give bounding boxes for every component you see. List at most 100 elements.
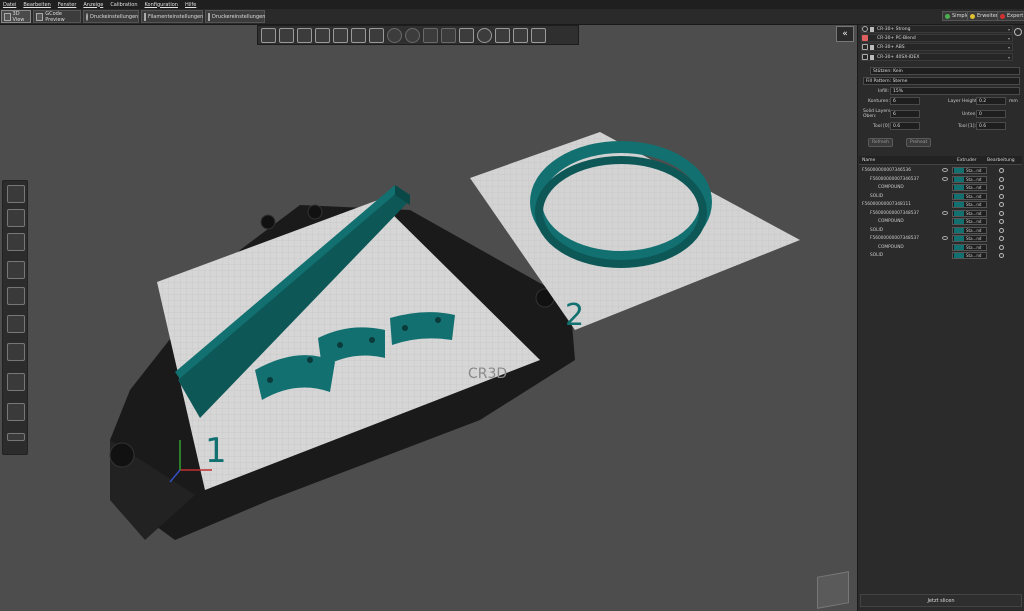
eye-icon[interactable] (942, 210, 948, 215)
zoom-out-icon[interactable] (405, 27, 420, 43)
arrange-icon[interactable] (333, 27, 348, 43)
mode-export-button[interactable]: Expert (997, 11, 1024, 21)
unten-input[interactable]: 0 (976, 110, 1006, 118)
copy-icon[interactable] (423, 27, 438, 43)
menu-anzeige[interactable]: Anzeige (83, 2, 103, 8)
rotate-icon[interactable] (7, 233, 25, 251)
redo-icon[interactable] (531, 27, 546, 43)
scale-icon[interactable] (7, 209, 25, 227)
profile-row-pc-blend[interactable]: CR-30+ PC-Blend ▾ (861, 34, 1013, 42)
duplicate-icon[interactable] (279, 27, 294, 43)
tool0-input[interactable]: 0.6 (890, 122, 920, 130)
tree-row[interactable]: COMPOUND Sta...nd (859, 184, 1022, 192)
tree-row[interactable]: COMPOUND Sta...nd (859, 243, 1022, 252)
filament-icon (144, 12, 146, 21)
fill-pattern-select[interactable]: Fill Pattern: Sterne (863, 77, 1020, 85)
add-object-icon[interactable] (261, 27, 276, 43)
tab-gcode-preview[interactable]: GCode Preview (33, 10, 81, 23)
profile-row-abs[interactable]: CR-30+ ABS ▾ (861, 43, 1013, 51)
zoom-in-icon[interactable] (387, 27, 402, 43)
supports-select[interactable]: Stützen: Kein (870, 67, 1020, 75)
tree-row[interactable]: COMPOUND Sta...nd (859, 218, 1022, 226)
3d-viewport[interactable]: 1 CR3D 2 (0, 25, 857, 611)
delete-icon[interactable] (297, 27, 312, 43)
konturen-input[interactable]: 6 (890, 97, 920, 105)
tab-filamenteinstellungen[interactable]: Filamenteinstellungen (141, 10, 203, 23)
layout-icon[interactable] (351, 27, 366, 43)
support-icon[interactable] (7, 315, 25, 333)
tree-row[interactable]: F56000000007348537 Sta...nd (859, 209, 1022, 218)
ruler-icon[interactable] (7, 433, 25, 441)
tab-druckereinstellungen[interactable]: Druckereinstellungen (205, 10, 265, 23)
paint-palette-icon[interactable] (7, 403, 25, 421)
tool0-label: Tool [0]: (873, 124, 892, 129)
cut-icon[interactable] (7, 287, 25, 305)
edit-icon[interactable] (999, 253, 1004, 258)
extruder-select[interactable]: Sta...nd (952, 201, 987, 208)
tree-row[interactable]: SOLID Sta...nd (859, 226, 1022, 235)
slice-now-button[interactable]: Jetzt slicen (860, 594, 1022, 607)
add-profile-icon[interactable] (1014, 28, 1022, 36)
menu-bearbeiten[interactable]: Bearbeiten (23, 2, 50, 8)
menu-calibration[interactable]: Calibration (110, 2, 137, 8)
eye-icon[interactable] (942, 236, 948, 240)
eye-icon[interactable] (942, 176, 948, 181)
extruder-select[interactable]: Sta...nd (952, 167, 987, 174)
extruder-select[interactable]: Sta...nd (952, 184, 987, 191)
nozzle-icon[interactable] (7, 343, 25, 361)
navigation-cube[interactable] (817, 571, 849, 609)
edit-icon[interactable] (999, 227, 1004, 233)
edit-icon[interactable] (999, 202, 1004, 207)
menu-fenster[interactable]: Fenster (58, 2, 77, 8)
extruder-select[interactable]: Sta...nd (952, 175, 987, 183)
tab-druckeinstellungen[interactable]: Druckeinstellungen (83, 10, 139, 23)
extruder-select[interactable]: Sta...nd (952, 218, 987, 225)
extruder-select[interactable]: Sta...nd (952, 226, 987, 234)
search-icon[interactable] (477, 27, 492, 43)
edit-icon[interactable] (999, 210, 1004, 216)
tree-row[interactable]: SOLID Sta...nd (859, 192, 1022, 201)
tree-row[interactable]: F56000000007348537 Sta...nd (859, 235, 1022, 243)
refresh-button[interactable]: Refresh (868, 138, 893, 147)
tree-row[interactable]: SOLID Sta...nd (859, 252, 1022, 260)
eye-icon[interactable] (942, 168, 948, 172)
lay-flat-icon[interactable] (7, 261, 25, 279)
tab-3d-view[interactable]: 3D View (1, 10, 31, 23)
layer-height-input[interactable]: 0.2 (976, 97, 1006, 105)
menu-datei[interactable]: Datei (3, 2, 16, 8)
tree-row[interactable]: F56000000007346537 Sta...nd (859, 175, 1022, 184)
tree-row[interactable]: F56000000007348111 Sta...nd (859, 201, 1022, 209)
profile-row-idex[interactable]: CR-30+ 40SX-IDEX ▾ (861, 53, 1013, 61)
profile-row-strong[interactable]: CR-30+ Strong ▾ (861, 25, 1013, 33)
settings-icon[interactable] (459, 27, 474, 43)
bed-number-2: 2 (565, 298, 584, 333)
extruder-select[interactable]: Sta...nd (952, 209, 987, 217)
extruder-select[interactable]: Sta...nd (952, 243, 987, 251)
extruder-select[interactable]: Sta...nd (952, 252, 987, 259)
menu-konfiguration[interactable]: Konfiguration (145, 2, 178, 8)
infill-select[interactable]: 15% (890, 87, 1020, 95)
split-icon[interactable] (369, 27, 384, 43)
edit-icon[interactable] (999, 219, 1004, 224)
paste-icon[interactable] (441, 27, 456, 43)
extruder-select[interactable]: Sta...nd (952, 192, 987, 200)
move-icon[interactable] (7, 185, 25, 203)
menu-hilfe[interactable]: Hilfe (185, 2, 196, 8)
edit-icon[interactable] (999, 176, 1004, 182)
color-swatch-icon (954, 227, 964, 233)
edit-icon[interactable] (999, 236, 1004, 241)
tool1-input[interactable]: 0.6 (976, 122, 1006, 130)
edit-icon[interactable] (999, 185, 1004, 190)
layers-icon[interactable] (495, 27, 510, 43)
collapse-panel-button[interactable]: « (836, 26, 854, 42)
edit-icon[interactable] (999, 244, 1004, 250)
cube-icon[interactable] (7, 373, 25, 391)
extruder-select[interactable]: Sta...nd (952, 235, 987, 242)
preheat-button[interactable]: Preheat (906, 138, 932, 147)
undo-icon[interactable] (513, 27, 528, 43)
paint-icon[interactable] (315, 27, 330, 43)
tree-row[interactable]: F56000000007346536 Sta...nd (859, 167, 1022, 175)
solid-top-input[interactable]: 6 (890, 110, 920, 118)
edit-icon[interactable] (999, 168, 1004, 173)
edit-icon[interactable] (999, 193, 1004, 199)
